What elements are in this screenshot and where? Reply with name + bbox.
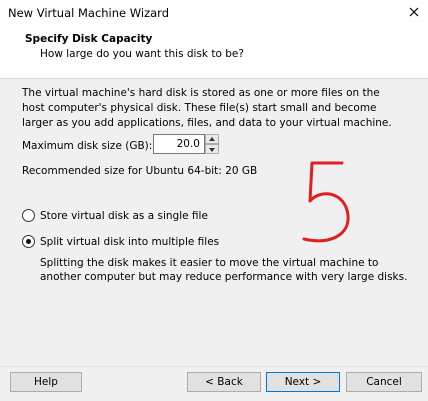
wizard-content: The virtual machine's hard disk is store… [0,79,428,366]
recommended-size: Recommended size for Ubuntu 64-bit: 20 G… [22,165,258,177]
single-file-label[interactable]: Store virtual disk as a single file [40,210,208,222]
disk-size-stepper[interactable]: 20.0 [153,134,219,156]
radio-split-files[interactable] [22,235,35,248]
disk-size-input[interactable]: 20.0 [153,134,205,154]
increment-arrow-icon[interactable] [205,134,219,144]
decrement-arrow-icon[interactable] [205,144,219,154]
wizard-header: Specify Disk Capacity How large do you w… [0,26,428,79]
window-title: New Virtual Machine Wizard [8,6,169,20]
button-bar: Help < Back Next > Cancel [0,366,428,401]
disk-size-label: Maximum disk size (GB): [22,140,153,152]
split-description: Splitting the disk makes it easier to mo… [40,257,408,283]
close-icon[interactable] [404,2,424,22]
title-bar: New Virtual Machine Wizard [0,0,428,26]
radio-single-file[interactable] [22,209,35,222]
disk-description: The virtual machine's hard disk is store… [22,87,392,129]
split-files-option[interactable]: Split virtual disk into multiple files [22,235,219,248]
next-button[interactable]: Next > [266,372,340,392]
page-title: Specify Disk Capacity [25,33,153,45]
back-button[interactable]: < Back [187,372,261,392]
help-button[interactable]: Help [10,372,82,392]
split-files-label[interactable]: Split virtual disk into multiple files [40,236,219,248]
page-subtitle: How large do you want this disk to be? [40,48,244,60]
handwritten-five-annotation [302,161,350,243]
cancel-button[interactable]: Cancel [346,372,422,392]
single-file-option[interactable]: Store virtual disk as a single file [22,209,208,222]
